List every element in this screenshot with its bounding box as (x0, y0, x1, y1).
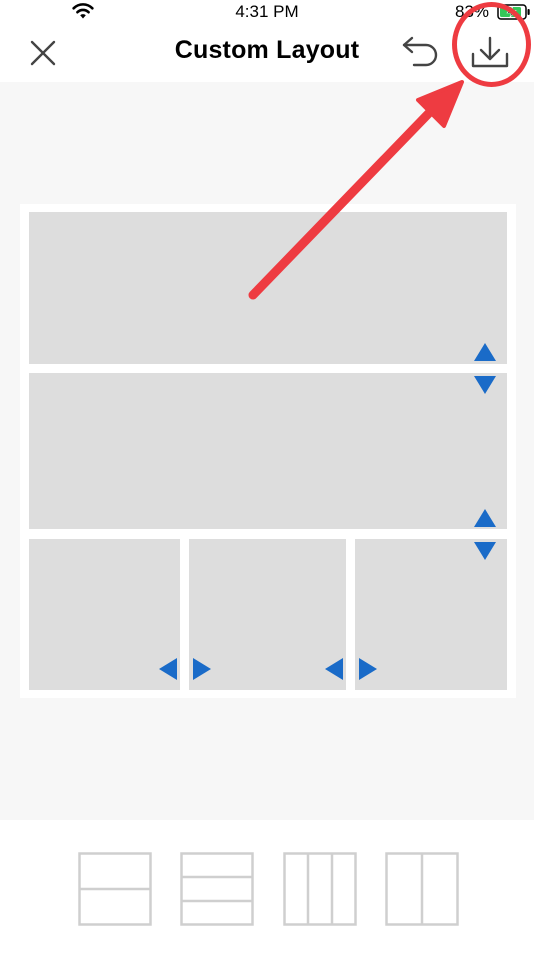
canvas-area (0, 82, 534, 820)
battery-charging-icon (497, 4, 530, 20)
page-title: Custom Layout (174, 36, 360, 64)
resize-handle-down-icon[interactable] (474, 542, 496, 560)
resize-handle-left-icon[interactable] (325, 658, 343, 680)
download-button[interactable] (468, 34, 512, 72)
layout-cell-bottom-right[interactable] (355, 539, 507, 690)
layout-cell-bottom-center[interactable] (189, 539, 346, 690)
status-time: 4:31 PM (235, 2, 299, 21)
layout-cell-middle[interactable] (29, 373, 507, 529)
resize-handle-up-icon[interactable] (474, 343, 496, 361)
two-columns-layout-icon (385, 852, 459, 926)
three-columns-layout-icon (283, 852, 357, 926)
undo-icon (402, 36, 438, 67)
layout-option-three-rows[interactable] (180, 852, 254, 926)
nav-bar: Custom Layout (0, 26, 534, 82)
status-bar: 4:31 PM 83% (0, 0, 534, 26)
layout-cell-top[interactable] (29, 212, 507, 364)
download-icon (471, 36, 509, 68)
resize-handle-left-icon[interactable] (159, 658, 177, 680)
resize-handle-up-icon[interactable] (474, 509, 496, 527)
undo-button[interactable] (400, 34, 442, 70)
resize-handle-right-icon[interactable] (359, 658, 377, 680)
three-rows-layout-icon (180, 852, 254, 926)
layout-cell-bottom-left[interactable] (29, 539, 180, 690)
layout-option-three-columns[interactable] (283, 852, 357, 926)
resize-handle-right-icon[interactable] (193, 658, 211, 680)
resize-handle-down-icon[interactable] (474, 376, 496, 394)
layout-option-two-rows[interactable] (78, 852, 152, 926)
layout-option-two-columns[interactable] (385, 852, 459, 926)
layout-frame (20, 204, 516, 698)
battery-percent: 83% (455, 2, 490, 21)
layout-toolbar (0, 820, 534, 955)
two-rows-layout-icon (78, 852, 152, 926)
